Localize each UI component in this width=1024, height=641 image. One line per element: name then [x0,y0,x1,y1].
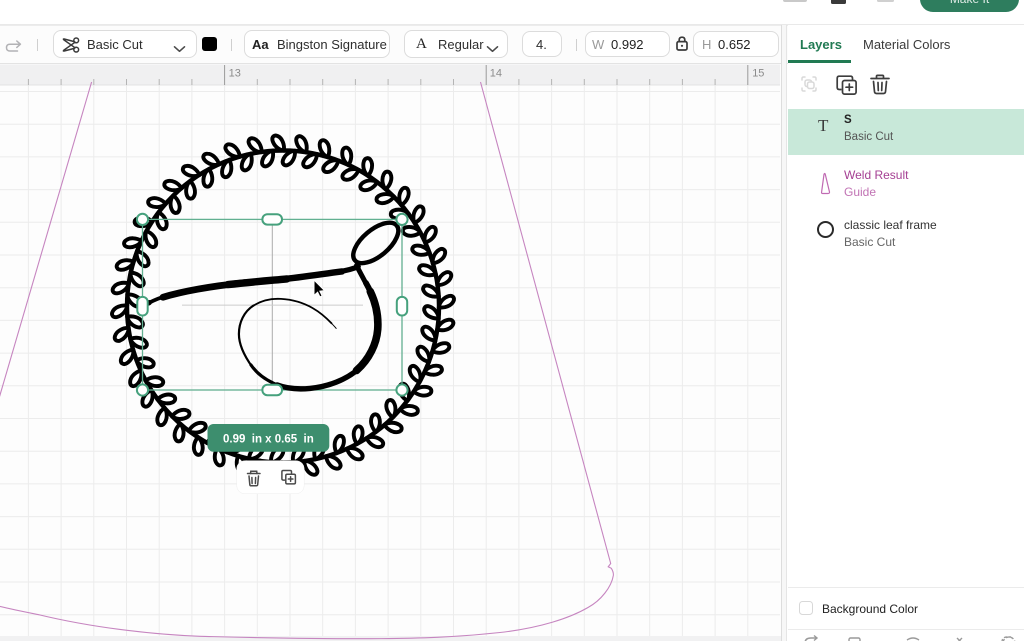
svg-text:15: 15 [752,68,764,80]
svg-text:13: 13 [229,68,241,80]
svg-text:14: 14 [490,68,502,80]
svg-text:0.99 in x 0.65 in: 0.99 in x 0.65 in [223,434,314,446]
